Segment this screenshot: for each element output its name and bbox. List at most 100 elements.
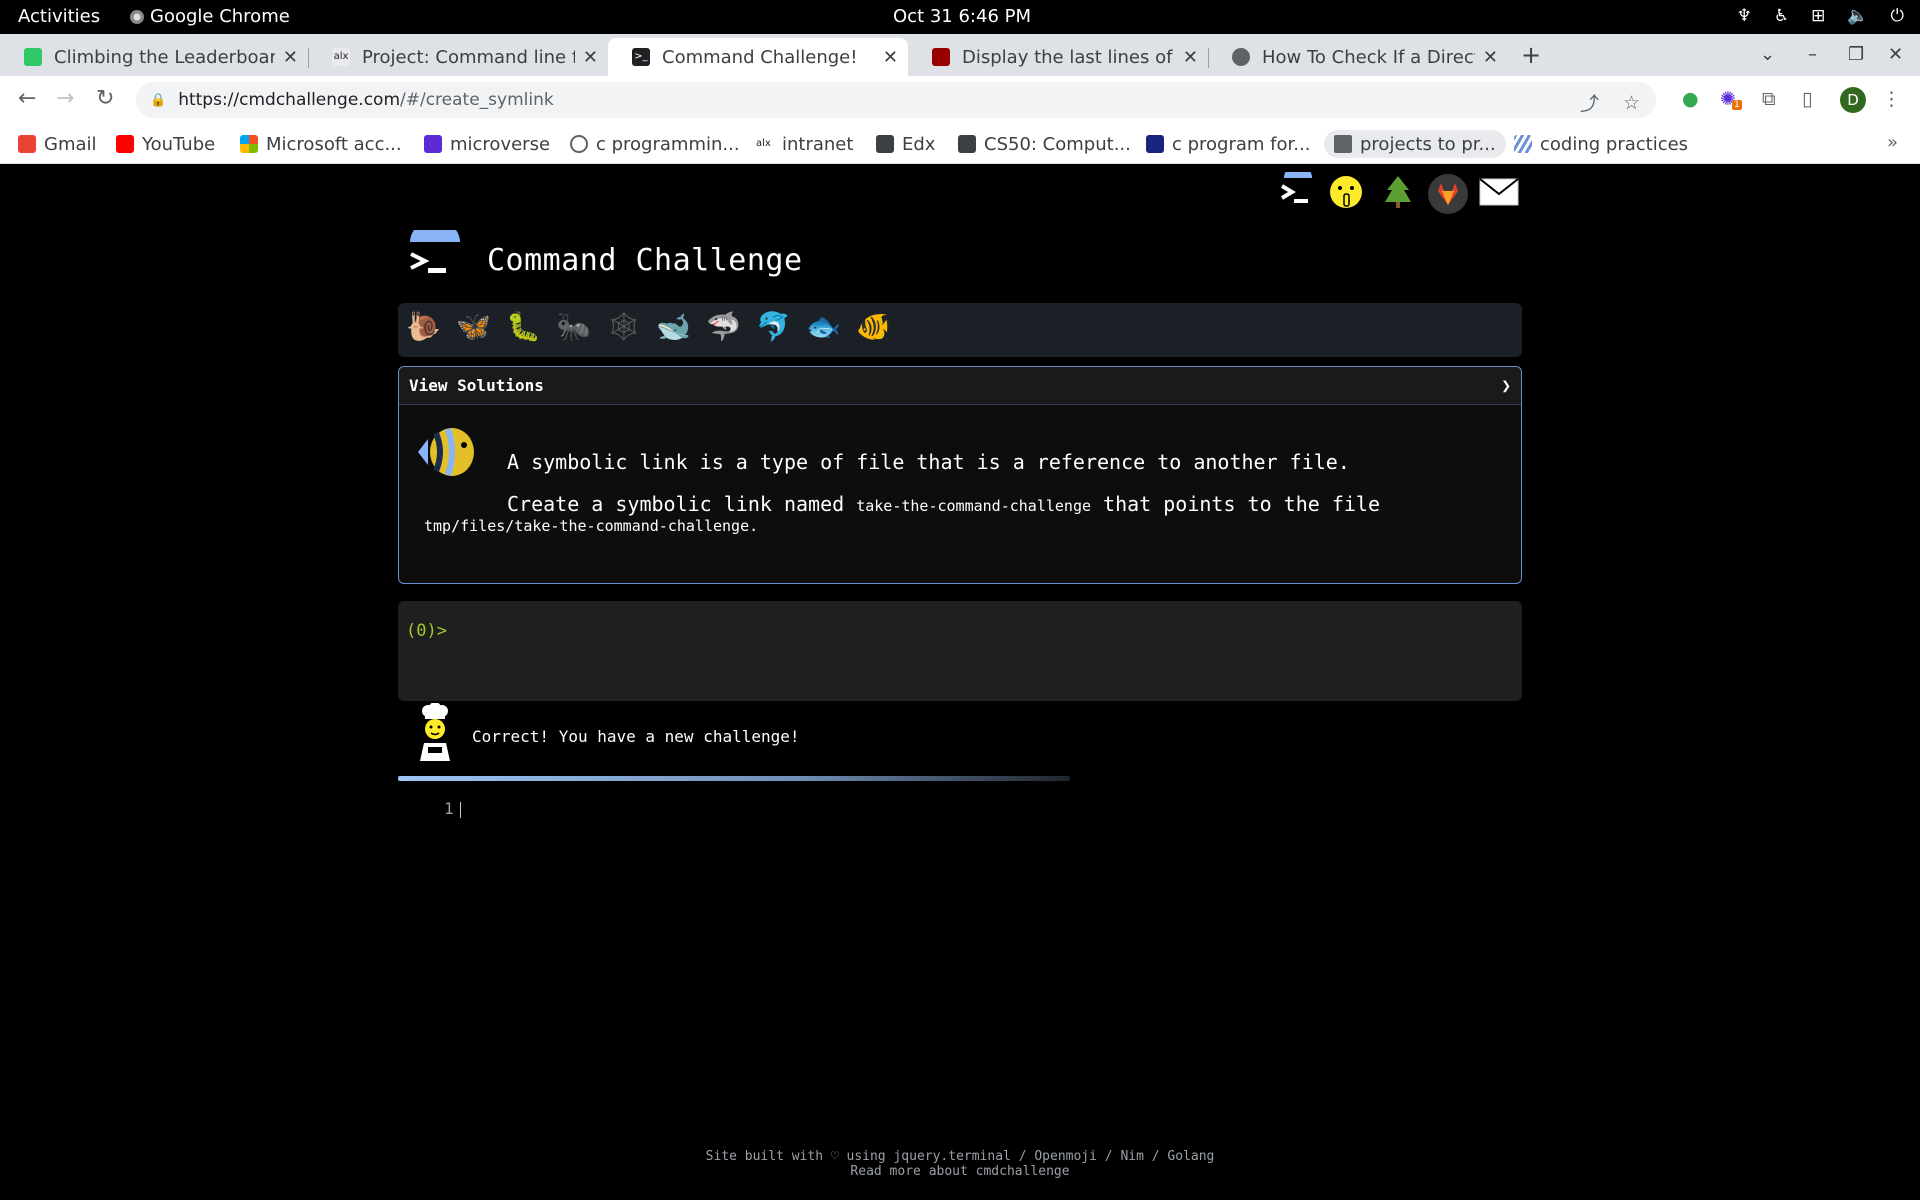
terminal-icon: >_ (632, 48, 650, 66)
clock[interactable]: Oct 31 6:46 PM (893, 6, 1031, 27)
browser-toolbar: ← → ↻ 🔒 https://cmdchallenge.com/#/creat… (0, 76, 1920, 124)
tab-title: How To Check If a Directo (1262, 46, 1475, 68)
back-icon[interactable]: ← (18, 86, 36, 111)
app-menu[interactable]: Google Chrome (130, 6, 290, 27)
address-bar[interactable]: 🔒 https://cmdchallenge.com/#/create_syml… (136, 82, 1656, 118)
power-icon[interactable]: ⏻ (1891, 6, 1904, 26)
tree-icon[interactable] (1376, 172, 1420, 212)
bookmark-gmail[interactable]: Gmail (18, 130, 97, 158)
hackerrank-icon (24, 48, 42, 66)
shushing-face-icon[interactable] (1324, 172, 1368, 212)
window-close-icon[interactable]: ✕ (1888, 44, 1903, 65)
close-icon[interactable]: ✕ (1483, 47, 1498, 68)
dolphin-icon[interactable]: 🐬 (756, 310, 791, 343)
omnibox-actions: ⤴ ☆ (1580, 89, 1640, 116)
bookmark-folder-projects[interactable]: projects to pr... (1324, 130, 1506, 158)
tab-title: Project: Command line for (362, 46, 575, 68)
bookmark-cs50[interactable]: CS50: Comput... (958, 130, 1131, 158)
footer-credits: Site built with ♡ using jquery.terminal … (705, 1149, 1215, 1164)
butterfly-icon[interactable]: 🦋 (456, 310, 491, 343)
symlink-name-code: take-the-command-challenge (856, 497, 1092, 515)
tab-hackerrank[interactable]: Climbing the Leaderboard ✕ (0, 38, 308, 76)
challenge-description-line1: A symbolic link is a type of file that i… (507, 450, 1350, 474)
editor-line[interactable]: 1 (444, 799, 461, 818)
system-tray[interactable]: ♆ ♿ ⊞ 🔈 ⏻ (1737, 6, 1904, 26)
bookmark-label: c program for... (1172, 133, 1311, 155)
bookmark-star-icon[interactable]: ☆ (1623, 92, 1640, 114)
view-solutions-label: View Solutions (409, 376, 544, 395)
tab-strip: Climbing the Leaderboard ✕ alx Project: … (0, 34, 1920, 76)
whale-icon[interactable]: 🐋 (656, 310, 691, 343)
mail-icon[interactable] (1476, 172, 1522, 212)
tropical-fish-icon[interactable]: 🐠 (856, 310, 891, 343)
footer-about-link[interactable]: Read more about cmdchallenge (0, 1164, 1920, 1179)
extension-badge-icon[interactable]: ✺ 1 (1720, 88, 1742, 110)
forward-icon[interactable]: → (56, 86, 74, 111)
tab-search-chevron-icon[interactable]: ⌄ (1760, 44, 1775, 65)
bookmark-c-programming[interactable]: c programmin... (570, 130, 740, 158)
reload-icon[interactable]: ↻ (96, 86, 114, 111)
restore-icon[interactable]: ❐ (1848, 44, 1864, 65)
close-icon[interactable]: ✕ (883, 47, 898, 68)
profile-button[interactable]: D (1840, 87, 1866, 113)
input-method-icon[interactable]: ♆ (1737, 6, 1752, 26)
gitlab-icon[interactable] (1426, 172, 1470, 216)
lock-icon[interactable]: 🔒 (150, 93, 166, 108)
bookmark-intranet[interactable]: alx intranet (756, 130, 853, 158)
bookmark-edx[interactable]: Edx (876, 130, 935, 158)
tab-title: Display the last lines of a f (962, 46, 1175, 68)
indiana-icon (932, 48, 950, 66)
alx-icon: alx (332, 48, 350, 66)
tab-command-challenge[interactable]: >_ Command Challenge! ✕ (608, 38, 908, 76)
terminal-link-icon[interactable] (1274, 172, 1318, 212)
volume-icon[interactable]: 🔈 (1847, 6, 1868, 26)
chrome-menu-icon[interactable]: ⋮ (1882, 88, 1901, 110)
tab-display-lines[interactable]: Display the last lines of a f ✕ (908, 38, 1208, 76)
share-icon[interactable]: ⤴ (1580, 89, 1599, 116)
youtube-icon (116, 135, 134, 153)
bookmark-microverse[interactable]: microverse (424, 130, 550, 158)
ant-icon[interactable]: 🐜 (556, 310, 591, 343)
tropical-fish-icon (418, 428, 474, 476)
avatar: D (1840, 87, 1866, 113)
bookmark-label: Gmail (44, 133, 97, 155)
extensions-icon[interactable]: ⧉ (1762, 88, 1776, 110)
app-name: Google Chrome (150, 6, 290, 27)
grammarly-icon[interactable]: ● (1682, 88, 1699, 110)
bookmark-coding-practices[interactable]: coding practices (1514, 130, 1688, 158)
bookmark-label: microverse (450, 133, 551, 155)
bookmark-label: Microsoft acc... (266, 133, 402, 155)
bookmark-microsoft[interactable]: Microsoft acc... (240, 130, 402, 158)
gmail-icon (18, 135, 36, 153)
spider-web-icon[interactable]: 🕸 (606, 310, 642, 343)
minimize-icon[interactable]: – (1808, 44, 1817, 65)
edx-icon (958, 135, 976, 153)
tab-check-directory[interactable]: How To Check If a Directo ✕ (1208, 38, 1508, 76)
challenge-description-line2: Create a symbolic link named take-the-co… (507, 492, 1380, 516)
close-icon[interactable]: ✕ (283, 47, 298, 68)
chef-icon (420, 703, 450, 761)
terminal-prompt: (0)> (406, 621, 447, 641)
close-icon[interactable]: ✕ (1183, 47, 1198, 68)
bookmark-youtube[interactable]: YouTube (116, 130, 215, 158)
tab-project[interactable]: alx Project: Command line for ✕ (308, 38, 608, 76)
accessibility-icon[interactable]: ♿ (1774, 6, 1789, 26)
linuxize-icon (1232, 48, 1250, 66)
view-solutions-header[interactable]: View Solutions ❯ (399, 367, 1521, 405)
bookmark-c-program-for[interactable]: c program for... (1146, 130, 1310, 158)
command-terminal[interactable]: (0)> (398, 601, 1522, 701)
folder-icon (1334, 135, 1352, 153)
snail-icon[interactable]: 🐌 (406, 310, 441, 343)
network-icon[interactable]: ⊞ (1811, 6, 1825, 26)
bookmark-label: c programmin... (596, 133, 740, 155)
activities-button[interactable]: Activities (18, 6, 100, 27)
page-title: Command Challenge (487, 243, 803, 278)
caterpillar-icon[interactable]: 🐛 (506, 310, 541, 343)
description-text: . (749, 517, 759, 535)
side-panel-icon[interactable]: ▯ (1802, 88, 1812, 110)
close-icon[interactable]: ✕ (583, 47, 598, 68)
more-bookmarks-icon[interactable]: » (1887, 132, 1898, 153)
shark-icon[interactable]: 🦈 (706, 310, 741, 343)
new-tab-button[interactable]: + (1521, 41, 1541, 69)
fish-icon[interactable]: 🐟 (806, 310, 841, 343)
